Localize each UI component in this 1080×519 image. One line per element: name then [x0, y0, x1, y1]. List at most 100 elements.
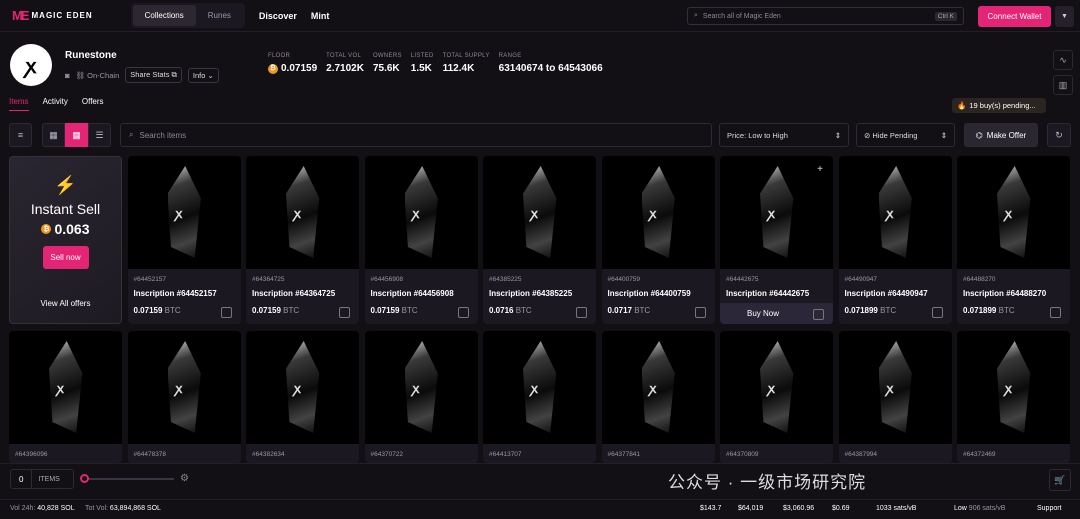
item-name: Inscription #64456908 [370, 289, 454, 298]
tab-items[interactable]: Items [9, 97, 29, 111]
item-number: #64372469 [963, 451, 996, 458]
cart-icon[interactable]: 🛒 [1049, 469, 1071, 491]
collection-name: Runestone [65, 50, 117, 61]
item-card[interactable]: ꭗ #64377841 [601, 331, 715, 463]
item-image: ꭗ [364, 331, 478, 444]
nav-mint-link[interactable]: Mint [311, 11, 330, 21]
fire-icon: 🔥 [957, 101, 967, 110]
list-view-icon[interactable]: ☰ [88, 123, 111, 147]
item-card[interactable]: ꭗ #64382634 [246, 331, 359, 463]
item-card[interactable]: ꭗ #64488270 Inscription #64488270 0.071899 … [957, 156, 1070, 324]
item-card[interactable]: ꭗ #64490947 Inscription #64490947 0.071899 … [838, 156, 952, 324]
item-card[interactable]: ꭗ #64372469 [957, 331, 1070, 463]
bar-chart-icon[interactable]: ▥ [1053, 75, 1073, 95]
slider-handle[interactable] [80, 474, 89, 483]
runestone-crystal-image [878, 166, 912, 258]
bottom-bar: 0 ITEMS ⚙ 公众号 · 一级市场研究院 🛒 [0, 463, 1080, 493]
nav-discover-link[interactable]: Discover [259, 11, 297, 21]
item-card[interactable]: ꭗ #64413707 [483, 331, 596, 463]
runestone-logo-icon: ꭗ [175, 381, 183, 396]
make-offer-button[interactable]: ⌬ Make Offer [964, 123, 1038, 147]
shortcut-badge: Ctrl K [934, 11, 957, 21]
item-search-input[interactable]: ⌕ Search items [120, 123, 712, 147]
support-link[interactable]: Support [1037, 505, 1062, 512]
bitcoin-icon: ₿ [268, 63, 278, 74]
plus-icon[interactable]: + [817, 164, 823, 175]
runestone-logo-icon: ꭗ [1005, 206, 1012, 221]
inspect-icon[interactable] [576, 307, 587, 318]
inspect-icon[interactable] [457, 307, 469, 318]
chevron-down-icon[interactable]: ▼ [1055, 6, 1074, 27]
inspect-icon[interactable] [220, 307, 232, 318]
grid-large-icon[interactable]: ▦ [42, 123, 65, 147]
buy-now-button[interactable]: Buy Now [720, 303, 833, 324]
item-card[interactable]: ꭗ #64396096 [9, 331, 122, 463]
price-eth: $3,060.96 [783, 505, 815, 512]
pending-badge[interactable]: 🔥 19 buy(s) pending... [952, 98, 1046, 113]
runestone-crystal-image [997, 166, 1031, 258]
activity-chart-icon[interactable]: ∿ [1053, 50, 1073, 70]
inspect-icon[interactable] [813, 309, 824, 320]
runestone-logo-icon: ꭗ [412, 206, 420, 221]
grid-small-icon[interactable]: ▦ [65, 123, 88, 147]
item-card[interactable]: ꭗ #64400759 Inscription #64400759 0.0717 BT… [601, 156, 715, 324]
item-image: ꭗ [601, 331, 715, 444]
item-card[interactable]: ꭗ #64370722 [364, 331, 478, 463]
runestone-crystal-image [404, 166, 438, 258]
runestone-crystal-image [404, 341, 438, 433]
tab-collections[interactable]: Collections [132, 5, 196, 26]
item-number: #64385225 [489, 276, 522, 283]
item-image: ꭗ [483, 156, 596, 269]
item-image: ꭗ [127, 156, 241, 269]
connect-wallet-button[interactable]: Connect Wallet [978, 6, 1051, 27]
item-card[interactable]: ꭗ #64385225 Inscription #64385225 0.0716 BT… [483, 156, 596, 324]
runestone-crystal-image [997, 341, 1031, 433]
sats-vb: 1033 sats/vB [876, 505, 917, 512]
view-all-offers-link[interactable]: View All offers [10, 299, 121, 308]
inspect-icon[interactable] [339, 307, 350, 318]
item-card[interactable]: ꭗ + #64442675 Inscription #64442675 Buy Now [720, 156, 833, 324]
item-card[interactable]: ꭗ #64364725 Inscription #64364725 0.07159 B… [246, 156, 359, 324]
share-stats-button[interactable]: Share Stats ⧉ [125, 67, 182, 83]
filter-icon[interactable]: ≡ [9, 123, 32, 147]
discord-icon[interactable]: ◙ [65, 71, 70, 80]
item-card[interactable]: ꭗ #64452157 Inscription #64452157 0.07159 B… [127, 156, 241, 324]
runestone-crystal-image [523, 166, 557, 258]
sell-now-button[interactable]: Sell now [42, 246, 89, 269]
item-card[interactable]: ꭗ #64387994 [838, 331, 952, 463]
inspect-icon[interactable] [1050, 307, 1061, 318]
onchain-badge: ⛓ On-Chain [75, 70, 120, 80]
runestone-logo-icon: ꭗ [531, 381, 538, 396]
refresh-icon[interactable]: ↻ [1047, 123, 1071, 147]
tab-activity[interactable]: Activity [43, 97, 68, 111]
nav-tabs: Collections Runes [130, 3, 245, 28]
magic-eden-logo[interactable]: ME MAGIC EDEN [12, 8, 93, 23]
inspect-icon[interactable] [694, 307, 706, 318]
item-number: #64456908 [370, 276, 404, 283]
item-image: ꭗ [957, 331, 1070, 444]
sort-select[interactable]: Price: Low to High ⇕ [719, 123, 849, 147]
stat-floor: FLOOR ₿ 0.07159 [268, 53, 318, 74]
item-number: #64488270 [963, 276, 996, 283]
tab-offers[interactable]: Offers [82, 97, 104, 111]
quantity-input[interactable]: 0 ITEMS [10, 469, 74, 489]
hide-pending-select[interactable]: ⊘ Hide Pending ⇕ [856, 123, 955, 147]
tab-runes[interactable]: Runes [196, 5, 243, 26]
item-card[interactable]: ꭗ #64456908 Inscription #64456908 0.07159 B… [364, 156, 478, 324]
collection-stats: FLOOR ₿ 0.07159 TOTAL VOL 2.7102K OWNERS 75.… [268, 53, 603, 74]
stat-owners: OWNERS 75.6K [372, 53, 402, 74]
bitcoin-icon: ₿ [41, 224, 52, 234]
quantity-slider[interactable] [80, 474, 174, 483]
gear-icon[interactable]: ⚙ [180, 473, 189, 484]
runestone-crystal-image [641, 341, 675, 433]
info-dropdown[interactable]: Info ⌄ [187, 67, 219, 83]
item-image: ꭗ [838, 331, 952, 444]
item-number: #64370722 [370, 451, 404, 458]
inspect-icon[interactable] [931, 307, 943, 318]
item-image: ꭗ [246, 331, 359, 444]
stat-total-supply: TOTAL SUPPLY 112.4K [442, 53, 490, 74]
runestone-crystal-image [523, 341, 557, 433]
item-card[interactable]: ꭗ #64478378 [127, 331, 241, 463]
item-card[interactable]: ꭗ #64370809 [720, 331, 833, 463]
global-search-input[interactable]: ⌕ Search all of Magic Eden Ctrl K [687, 7, 964, 25]
